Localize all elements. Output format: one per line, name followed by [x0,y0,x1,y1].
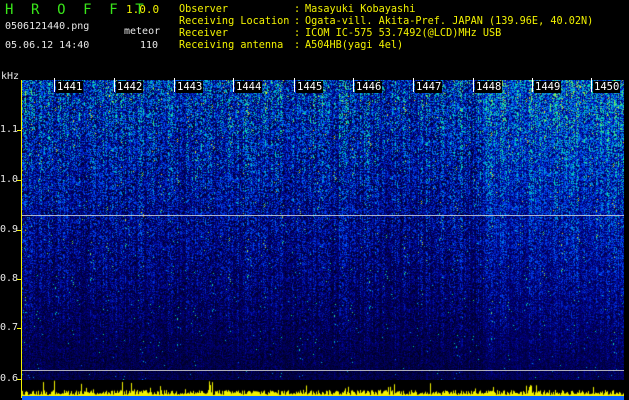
observer-sep: : [294,4,301,15]
spectrogram-canvas [22,80,624,380]
frequency-tick [17,279,22,280]
time-tick [413,78,414,92]
frequency-tick [17,130,22,131]
frequency-tick [17,379,22,380]
time-tick [114,78,115,92]
time-label: 1442 [116,81,144,93]
time-tick [532,78,533,92]
time-label: 1448 [475,81,503,93]
time-tick [233,78,234,92]
app-version: 1.0.0 [126,3,160,16]
location-sep: : [294,16,301,27]
reference-line [22,370,624,371]
time-tick [353,78,354,92]
time-label: 1447 [415,81,443,93]
time-tick [54,78,55,92]
time-label: 1450 [593,81,621,93]
time-label: 1449 [534,81,562,93]
location-key: Receiving Location [179,16,290,27]
frequency-tick [17,328,22,329]
time-label: 1441 [56,81,84,93]
time-tick [473,78,474,92]
location-value: Ogata-vill. Akita-Pref. JAPAN (139.96E, … [305,16,594,27]
time-tick [591,78,592,92]
time-label: 1445 [296,81,324,93]
spectrogram [22,80,624,380]
antenna-key: Receiving antenna [179,40,284,51]
frequency-tick [17,180,22,181]
antenna-value: A504HB(yagi 4el) [305,40,404,51]
observer-key: Observer [179,4,229,15]
receiver-key: Receiver [179,28,229,39]
frequency-axis: 1.1 1.0 0.9 0.8 0.7 0.6 [0,0,22,400]
meteor-count: 110 [140,40,159,51]
detect-label: meteor [124,26,161,37]
antenna-sep: : [294,40,301,51]
time-tick [294,78,295,92]
receiver-value: ICOM IC-575 53.7492(@LCD)MHz USB [305,28,502,39]
time-tick [174,78,175,92]
time-label: 1444 [235,81,263,93]
frequency-tick [17,230,22,231]
time-label: 1446 [355,81,383,93]
baseline-bar [22,396,624,400]
time-label: 1443 [176,81,204,93]
observer-value: Masayuki Kobayashi [305,4,416,15]
reference-line [22,215,624,216]
receiver-sep: : [294,28,301,39]
